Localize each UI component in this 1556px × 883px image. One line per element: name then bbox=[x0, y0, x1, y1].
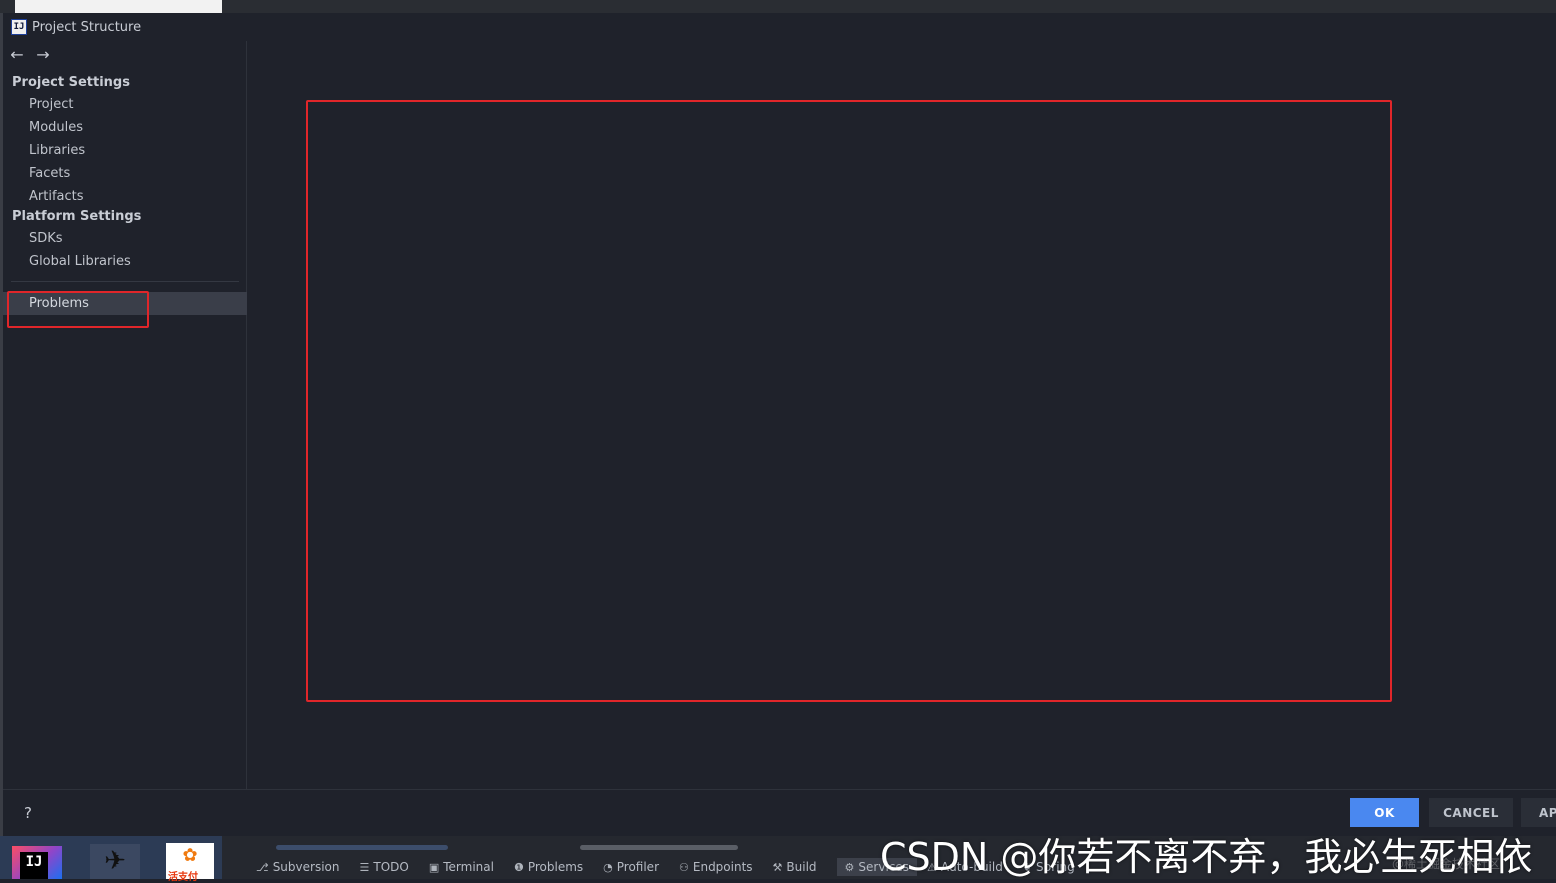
intellij-app-icon: IJ bbox=[11, 19, 27, 35]
csdn-watermark: CSDN @你若不离不弃，我必生死相依 bbox=[880, 835, 1533, 879]
footer-divider bbox=[3, 789, 1556, 790]
os-taskbar-apps: IJ ✈ ✿ 活支付 bbox=[0, 836, 222, 883]
tool-tab-todo[interactable]: ☰ TODO bbox=[359, 858, 418, 876]
sidebar-item-project[interactable]: Project bbox=[29, 97, 73, 112]
background-window-fragment bbox=[15, 0, 222, 13]
sidebar-divider bbox=[11, 281, 239, 282]
tool-tab-terminal[interactable]: ▣ Terminal bbox=[429, 858, 504, 876]
settings-sidebar: Project Settings Project Modules Librari… bbox=[3, 41, 247, 789]
problems-icon: ❶ bbox=[513, 860, 524, 874]
dialog-titlebar: IJ Project Structure bbox=[3, 13, 1556, 41]
tool-tab-build[interactable]: ⚒ Build bbox=[773, 858, 827, 876]
cancel-button[interactable]: CANCEL bbox=[1429, 798, 1513, 827]
tool-tab-label: Subversion bbox=[272, 860, 340, 874]
apply-button[interactable]: APPLY bbox=[1521, 798, 1556, 827]
tool-tab-label: Problems bbox=[527, 860, 584, 874]
todo-icon: ☰ bbox=[359, 860, 370, 874]
ok-button[interactable]: OK bbox=[1350, 798, 1419, 827]
annotation-box-content-area bbox=[306, 100, 1392, 702]
tool-tab-endpoints[interactable]: ⚇ Endpoints bbox=[679, 858, 763, 876]
endpoints-icon: ⚇ bbox=[679, 860, 689, 874]
tool-tab-label: Build bbox=[786, 860, 817, 874]
sidebar-item-modules[interactable]: Modules bbox=[29, 120, 83, 135]
terminal-icon: ▣ bbox=[428, 860, 440, 874]
juejin-watermark: @稀土掘金技术社区 bbox=[1392, 857, 1501, 871]
tool-tab-problems[interactable]: ❶ Problems bbox=[514, 858, 593, 876]
tool-tab-subversion[interactable]: ⎇ Subversion bbox=[256, 858, 349, 876]
sidebar-item-artifacts[interactable]: Artifacts bbox=[29, 189, 84, 204]
payment-app-icon[interactable]: ✿ 活支付 bbox=[166, 843, 214, 883]
sidebar-item-global-libraries[interactable]: Global Libraries bbox=[29, 254, 131, 269]
project-settings-header: Project Settings bbox=[12, 75, 130, 90]
tool-tab-label: TODO bbox=[373, 860, 409, 874]
intellij-taskbar-icon[interactable]: IJ bbox=[12, 846, 62, 879]
services-icon: ⚙ bbox=[844, 860, 855, 874]
plane-app-icon[interactable]: ✈ bbox=[90, 844, 140, 879]
project-structure-dialog: IJ Project Structure ← → Project Setting… bbox=[0, 13, 1556, 836]
build-icon: ⚒ bbox=[772, 860, 783, 874]
dialog-title: Project Structure bbox=[32, 20, 142, 35]
tool-tab-label: Endpoints bbox=[692, 860, 753, 874]
sidebar-item-facets[interactable]: Facets bbox=[29, 166, 70, 181]
sidebar-item-sdks[interactable]: SDKs bbox=[29, 231, 63, 246]
profiler-icon: ◔ bbox=[603, 860, 613, 874]
tool-tab-profiler[interactable]: ◔ Profiler bbox=[603, 858, 669, 876]
horizontal-scrollbar[interactable] bbox=[276, 845, 448, 850]
platform-settings-header: Platform Settings bbox=[12, 209, 142, 224]
sidebar-item-libraries[interactable]: Libraries bbox=[29, 143, 85, 158]
background-app-strip bbox=[0, 0, 1556, 13]
tool-tab-label: Terminal bbox=[443, 860, 494, 874]
tool-tab-label: Profiler bbox=[616, 860, 659, 874]
annotation-box-problems bbox=[7, 291, 149, 328]
subversion-icon: ⎇ bbox=[256, 860, 269, 874]
help-button[interactable]: ? bbox=[24, 804, 32, 822]
horizontal-scrollbar-secondary[interactable] bbox=[580, 845, 738, 850]
